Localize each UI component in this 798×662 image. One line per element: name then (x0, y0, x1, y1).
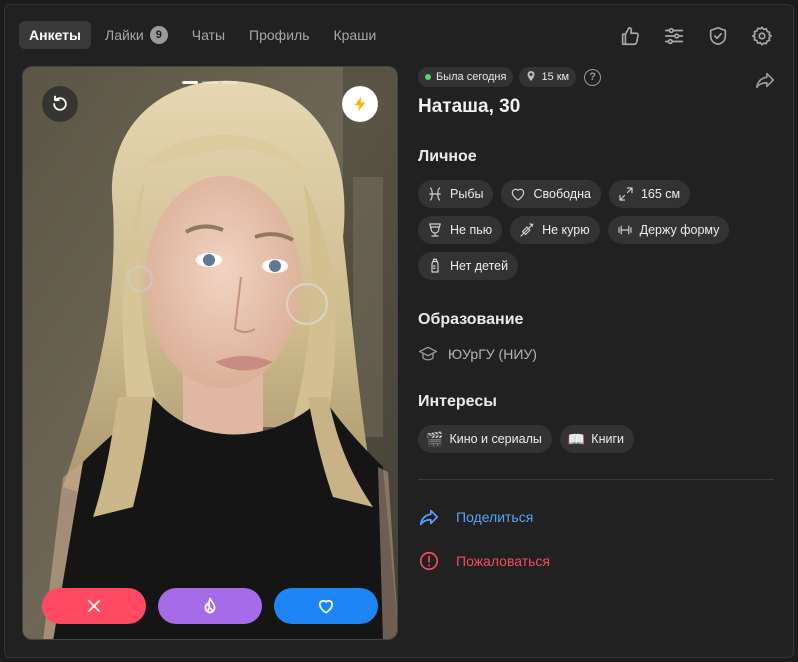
personal-chips: Рыбы Свободна 165 см Не пью Не курю Держ… (418, 180, 778, 280)
chip-label: Рыбы (450, 187, 484, 201)
baby-bottle-icon (431, 258, 439, 273)
app-window: Анкеты Лайки 9 Чаты Профиль Краши Была с… (4, 4, 794, 658)
share-arrow-icon (419, 509, 439, 526)
clapperboard-icon: 🎬 (426, 430, 444, 447)
profile-info: Была сегодня 15 км ? Наташа, 30 Личное Р… (418, 67, 778, 572)
online-status-badge: Была сегодня (418, 67, 514, 87)
chip-label: Свободна (533, 187, 591, 201)
chip-label: Книги (591, 432, 625, 446)
interests-section-title: Интересы (418, 393, 497, 410)
online-dot-icon (425, 74, 431, 80)
photo-pagination (182, 81, 238, 84)
share-label: Поделиться (456, 509, 534, 525)
chip-label: Нет детей (450, 259, 509, 273)
status-row: Была сегодня 15 км ? (418, 67, 778, 87)
undo-icon (53, 95, 67, 111)
tab-label: Чаты (191, 27, 226, 43)
help-icon[interactable]: ? (584, 68, 602, 86)
chip-label: Не курю (542, 223, 590, 237)
filters-icon[interactable] (661, 23, 687, 49)
chip-relationship: Свободна (501, 180, 601, 208)
boost-button[interactable] (342, 86, 378, 122)
photo-image (23, 67, 397, 639)
tab-likes[interactable]: Лайки 9 (95, 21, 178, 49)
tab-label: Профиль (249, 27, 310, 43)
education-row: ЮУрГУ (НИУ) (418, 344, 778, 364)
tab-ankety[interactable]: Анкеты (19, 21, 91, 49)
education-value: ЮУрГУ (НИУ) (448, 346, 537, 362)
undo-button[interactable] (42, 86, 78, 122)
chip-interest-books: 📖 Книги (559, 425, 635, 453)
chip-label: Держу форму (639, 223, 720, 237)
book-icon: 📖 (567, 430, 586, 447)
tab-label: Краши (333, 27, 377, 43)
shield-check-icon[interactable] (705, 23, 731, 49)
tab-crushes[interactable]: Краши (323, 21, 386, 49)
lightning-icon (354, 96, 366, 112)
dumbbell-icon (618, 225, 632, 235)
profile-photo[interactable] (22, 66, 398, 640)
chip-interest-movies: 🎬 Кино и сериалы (418, 425, 552, 453)
gear-icon[interactable] (749, 23, 775, 49)
chip-fitness: Держу форму (607, 216, 730, 244)
graduation-cap-icon (419, 346, 437, 361)
pisces-icon (429, 187, 441, 201)
height-icon (619, 187, 633, 201)
chip-label: Не пью (450, 223, 493, 237)
heart-icon (318, 599, 334, 614)
swipe-actions (42, 588, 378, 624)
likes-count-badge: 9 (149, 26, 168, 44)
personal-section-title: Личное (418, 148, 477, 165)
no-smoking-icon (520, 223, 534, 237)
education-section-title: Образование (418, 311, 524, 328)
wine-glass-icon (429, 223, 441, 237)
like-button[interactable] (274, 588, 378, 624)
report-label: Пожаловаться (456, 553, 551, 569)
divider (418, 479, 774, 480)
dislike-button[interactable] (42, 588, 146, 624)
top-tabs: Анкеты Лайки 9 Чаты Профиль Краши (19, 21, 386, 49)
profile-name: Наташа, 30 (418, 96, 521, 117)
location-pin-icon (526, 70, 536, 84)
tab-label: Анкеты (29, 27, 81, 43)
chip-zodiac: Рыбы (418, 180, 494, 208)
report-link[interactable]: Пожаловаться (418, 550, 778, 572)
close-icon (88, 600, 100, 612)
superlike-button[interactable] (158, 588, 262, 624)
tab-profile[interactable]: Профиль (239, 21, 319, 49)
tab-label: Лайки (105, 27, 144, 43)
thumbs-up-icon[interactable] (617, 23, 643, 49)
distance-badge: 15 км (519, 67, 577, 87)
heart-outline-icon (512, 188, 525, 201)
top-icons (617, 23, 775, 49)
chip-height: 165 см (608, 180, 691, 208)
pagination-dot-active[interactable] (182, 81, 198, 84)
status-text: Была сегодня (436, 71, 507, 83)
share-icon[interactable] (754, 69, 778, 93)
chip-children: Нет детей (418, 252, 519, 280)
pagination-dot[interactable] (202, 81, 218, 84)
distance-text: 15 км (541, 71, 570, 83)
flame-icon (204, 597, 216, 614)
warning-icon (419, 551, 439, 571)
pagination-dot[interactable] (222, 81, 238, 84)
chip-smoking: Не курю (510, 216, 600, 244)
chip-alcohol: Не пью (418, 216, 503, 244)
share-link[interactable]: Поделиться (418, 506, 778, 528)
chip-label: Кино и сериалы (449, 432, 542, 446)
chip-label: 165 см (640, 187, 681, 201)
tab-chats[interactable]: Чаты (182, 21, 235, 49)
interest-chips: 🎬 Кино и сериалы 📖 Книги (418, 425, 778, 453)
